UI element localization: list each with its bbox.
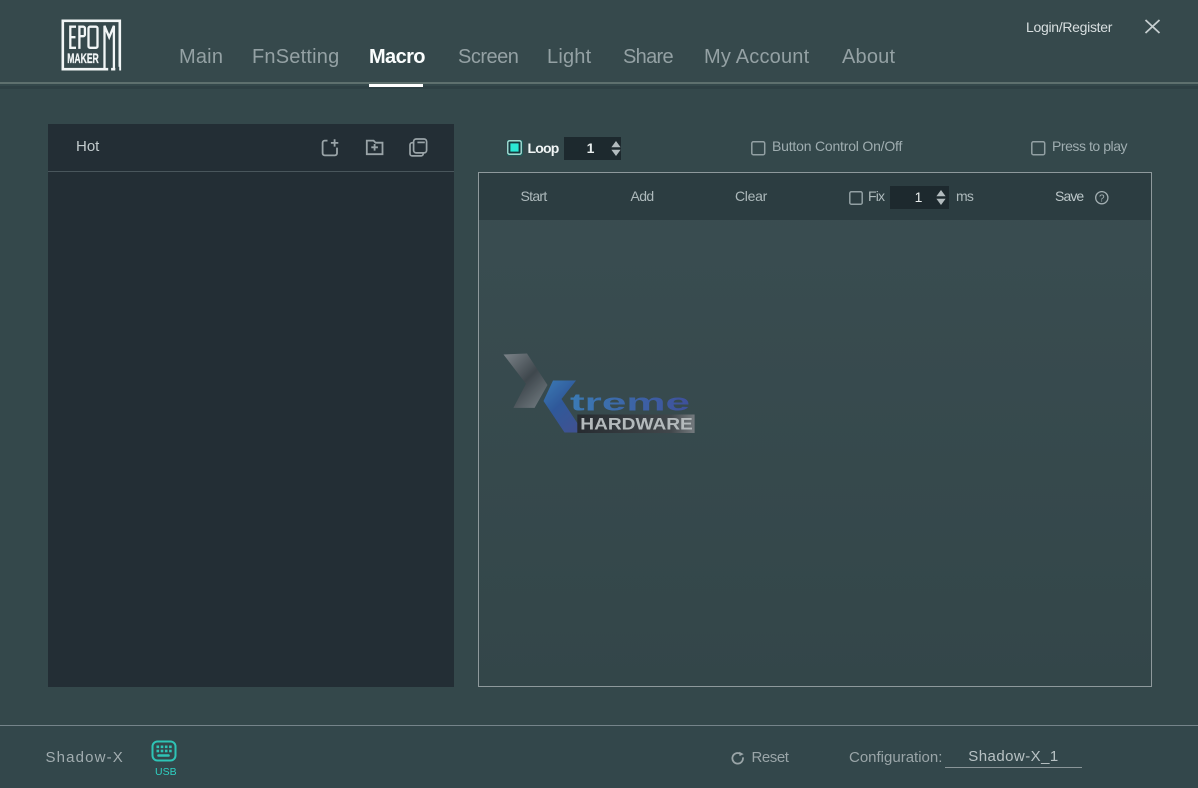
svg-text:HARDWARE: HARDWARE	[580, 415, 693, 433]
svg-text:MAKER: MAKER	[67, 51, 99, 66]
svg-text:treme: treme	[570, 390, 690, 417]
svg-text:?: ?	[1099, 193, 1105, 204]
